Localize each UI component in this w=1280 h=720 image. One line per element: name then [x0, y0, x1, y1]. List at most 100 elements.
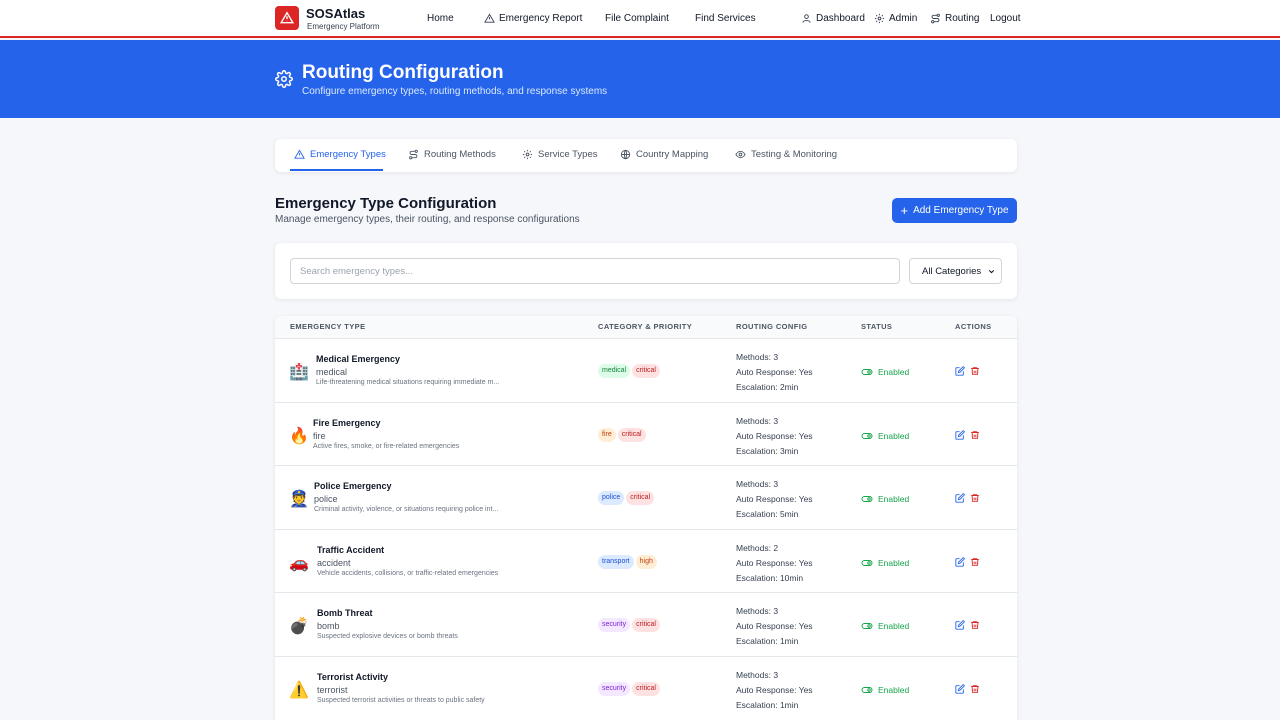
emergency-type-icon: 🏥	[289, 364, 309, 381]
trash-icon[interactable]	[970, 493, 980, 503]
priority-badge: critical	[632, 618, 660, 632]
category-priority: security critical	[598, 618, 660, 632]
category-badge: security	[598, 618, 631, 632]
trash-icon[interactable]	[970, 366, 980, 376]
status-toggle[interactable]: Enabled	[861, 684, 909, 696]
row-actions	[955, 366, 980, 376]
nav-logout[interactable]: Logout	[990, 13, 1021, 24]
emergency-type-code: bomb	[317, 621, 340, 631]
emergency-type-icon: ⚠️	[289, 681, 309, 699]
emergency-type-name: Police Emergency	[314, 481, 392, 491]
table-row: 👮 Police Emergency police Criminal activity…	[275, 465, 1017, 529]
status-label: Enabled	[878, 367, 910, 377]
nav-dashboard[interactable]: Dashboard	[801, 13, 865, 24]
emergency-type-description: Active fires, smoke, or fire-related eme…	[313, 442, 460, 450]
tab-emergency-types[interactable]: Emergency Types	[294, 149, 386, 160]
routing-auto-response: Auto Response: Yes	[736, 367, 813, 377]
nav-admin[interactable]: Admin	[874, 13, 917, 24]
routing-auto-response: Auto Response: Yes	[736, 621, 813, 631]
toggle-on-icon	[861, 432, 873, 439]
table-row: 🔥 Fire Emergency fire Active fires, smoke, …	[275, 401, 1017, 466]
route-icon	[931, 13, 940, 24]
routing-auto-response: Auto Response: Yes	[736, 557, 813, 568]
emergency-type-name: Terrorist Activity	[317, 671, 389, 682]
nav-routing[interactable]: Routing	[930, 13, 979, 24]
toggle-on-icon	[861, 496, 873, 502]
routing-escalation: Escalation: 1min	[736, 699, 799, 710]
category-badge: police	[598, 491, 625, 505]
trash-icon[interactable]	[970, 557, 980, 567]
routing-methods: Methods: 3	[736, 606, 779, 616]
trash-icon[interactable]	[970, 684, 980, 694]
routing-config: Methods: 3 Auto Response: Yes Escalation: …	[736, 414, 813, 459]
row-actions	[955, 556, 980, 567]
emergency-type-description: Suspected explosive devices or bomb thre…	[317, 633, 458, 640]
routing-methods: Methods: 3	[736, 669, 779, 680]
alert-triangle-icon	[294, 149, 305, 159]
routing-auto-response: Auto Response: Yes	[736, 430, 813, 441]
routing-config: Methods: 3 Auto Response: Yes Escalation: …	[736, 668, 813, 713]
edit-icon[interactable]	[955, 493, 965, 503]
add-emergency-type-button[interactable]: + Add Emergency Type	[892, 198, 1017, 223]
category-priority: fire critical	[598, 427, 646, 442]
tab-country-mapping[interactable]: Country Mapping	[620, 149, 708, 160]
edit-icon[interactable]	[955, 366, 965, 376]
toggle-on-icon	[861, 623, 873, 629]
table-row: 💣 Bomb Threat bomb Suspected explosive devi…	[275, 592, 1017, 656]
search-input[interactable]	[290, 258, 900, 284]
tab-routing-methods[interactable]: Routing Methods	[408, 149, 496, 160]
status-toggle[interactable]: Enabled	[861, 557, 909, 569]
brand-name[interactable]: SOSAtlas	[306, 6, 365, 21]
routing-escalation: Escalation: 5min	[736, 509, 799, 519]
emergency-type-code: medical	[316, 367, 348, 377]
route-icon	[409, 149, 418, 160]
priority-badge: critical	[626, 491, 655, 505]
nav-find-services-label: Find Services	[695, 13, 756, 24]
priority-badge: critical	[632, 364, 660, 378]
page-header	[0, 40, 1280, 118]
nav-emergency-report[interactable]: Emergency Report	[484, 13, 582, 24]
trash-icon[interactable]	[970, 620, 980, 630]
emergency-type-name: Medical Emergency	[316, 354, 401, 364]
status-label: Enabled	[878, 557, 910, 568]
globe-icon	[620, 149, 631, 160]
emergency-type-icon: 🔥	[289, 427, 309, 445]
category-badge: security	[598, 681, 631, 696]
plus-icon: +	[900, 202, 909, 218]
emergency-type-description: Life-threatening medical situations requ…	[316, 379, 500, 386]
toggle-on-icon	[861, 559, 873, 566]
nav-admin-label: Admin	[889, 13, 918, 24]
priority-badge: critical	[617, 427, 646, 442]
table-header: EMERGENCY TYPE CATEGORY & PRIORITY ROUTI…	[275, 316, 1017, 338]
category-badge: fire	[598, 427, 616, 442]
alert-logo-icon[interactable]	[275, 6, 299, 30]
status-toggle[interactable]: Enabled	[861, 620, 909, 632]
edit-icon[interactable]	[955, 429, 965, 440]
nav-home[interactable]: Home	[427, 13, 454, 24]
toggle-on-icon	[861, 369, 873, 375]
tab-service-types[interactable]: Service Types	[522, 149, 598, 160]
tab-testing-monitoring[interactable]: Testing & Monitoring	[735, 149, 837, 160]
nav-find-services[interactable]: Find Services	[695, 13, 756, 24]
gear-icon	[522, 149, 533, 160]
gear-icon	[874, 13, 885, 24]
routing-methods: Methods: 2	[736, 542, 779, 553]
routing-auto-response: Auto Response: Yes	[736, 684, 813, 695]
category-priority: transport high	[598, 554, 657, 569]
edit-icon[interactable]	[955, 556, 965, 567]
row-actions	[955, 429, 980, 440]
status-toggle[interactable]: Enabled	[861, 493, 909, 505]
status-toggle[interactable]: Enabled	[861, 430, 909, 442]
column-header: ROUTING CONFIG	[736, 322, 808, 331]
routing-methods: Methods: 3	[736, 352, 779, 362]
trash-icon[interactable]	[970, 430, 980, 440]
column-header: STATUS	[861, 322, 893, 331]
status-toggle[interactable]: Enabled	[861, 366, 909, 378]
routing-methods: Methods: 3	[736, 479, 779, 489]
nav-file-complaint[interactable]: File Complaint	[605, 13, 669, 24]
gear-icon	[275, 70, 293, 88]
table-row: 🚗 Traffic Accident accident Vehicle acciden…	[275, 528, 1017, 593]
edit-icon[interactable]	[955, 620, 965, 630]
edit-icon[interactable]	[955, 683, 965, 694]
category-select[interactable]: All Categories	[909, 258, 1002, 284]
